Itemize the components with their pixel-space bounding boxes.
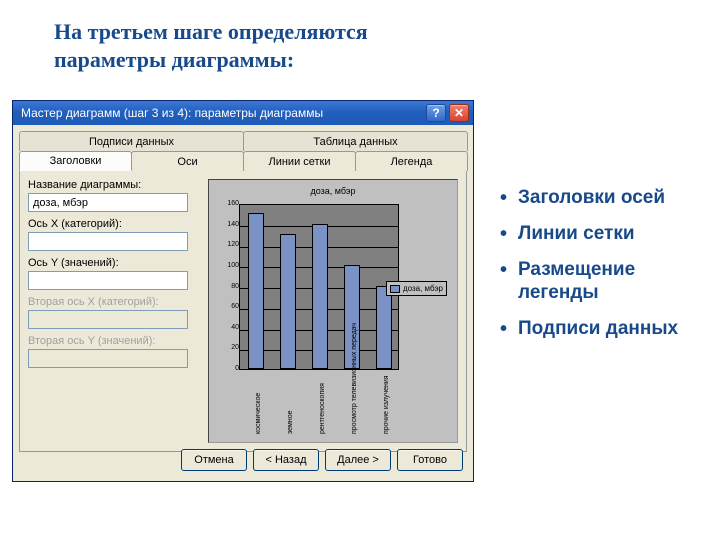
titlebar[interactable]: Мастер диаграмм (шаг 3 из 4): параметры …	[13, 101, 473, 125]
bar	[376, 286, 392, 369]
bar	[280, 234, 296, 369]
y-axis-label: Ось Y (значений):	[28, 257, 200, 269]
tab-titles[interactable]: Заголовки	[19, 151, 132, 171]
button-row: Отмена < Назад Далее > Готово	[181, 449, 463, 471]
help-button[interactable]: ?	[426, 104, 446, 122]
tab-body: Название диаграммы: Ось X (категорий): О…	[19, 170, 467, 452]
x-axis-labels: космическоеземноерентгеноскопияпросмотр …	[239, 372, 399, 442]
back-button[interactable]: < Назад	[253, 449, 319, 471]
chart-title-input[interactable]	[28, 193, 188, 212]
window-title: Мастер диаграмм (шаг 3 из 4): параметры …	[21, 106, 323, 120]
bullet-item: Подписи данных	[500, 317, 700, 341]
finish-button[interactable]: Готово	[397, 449, 463, 471]
chart-legend: доза, мбэр	[386, 281, 447, 296]
tab-gridlines[interactable]: Линии сетки	[243, 151, 356, 171]
chart-preview-title: доза, мбэр	[215, 186, 451, 196]
bar	[312, 224, 328, 369]
tab-axes[interactable]: Оси	[131, 151, 244, 171]
tab-data-table[interactable]: Таблица данных	[243, 131, 468, 151]
x2-axis-input	[28, 310, 188, 329]
x2-axis-label: Вторая ось X (категорий):	[28, 296, 200, 308]
bullet-item: Размещение легенды	[500, 258, 700, 306]
tabs-area: Подписи данных Таблица данных Заголовки …	[13, 125, 473, 452]
close-button[interactable]: ✕	[449, 104, 469, 122]
y2-axis-input	[28, 349, 188, 368]
bullet-item: Линии сетки	[500, 222, 700, 246]
form-column: Название диаграммы: Ось X (категорий): О…	[28, 179, 200, 443]
tab-data-labels[interactable]: Подписи данных	[19, 131, 244, 151]
bar	[248, 213, 264, 369]
bullet-item: Заголовки осей	[500, 186, 700, 210]
legend-text: доза, мбэр	[403, 284, 443, 293]
chart-plot-area	[239, 204, 399, 370]
y2-axis-label: Вторая ось Y (значений):	[28, 335, 200, 347]
legend-swatch-icon	[390, 285, 400, 293]
y-axis-ticks: 160140120100806040200	[219, 200, 239, 372]
wizard-dialog: Мастер диаграмм (шаг 3 из 4): параметры …	[12, 100, 474, 482]
tab-legend[interactable]: Легенда	[355, 151, 468, 171]
x-axis-label: Ось X (категорий):	[28, 218, 200, 230]
x-axis-input[interactable]	[28, 232, 188, 251]
slide-title: На третьем шаге определяются параметры д…	[54, 18, 434, 73]
bullet-list: Заголовки осей Линии сетки Размещение ле…	[500, 186, 700, 353]
cancel-button[interactable]: Отмена	[181, 449, 247, 471]
next-button[interactable]: Далее >	[325, 449, 391, 471]
chart-title-label: Название диаграммы:	[28, 179, 200, 191]
chart-preview: доза, мбэр 160140120100806040200 космиче…	[208, 179, 458, 443]
y-axis-input[interactable]	[28, 271, 188, 290]
